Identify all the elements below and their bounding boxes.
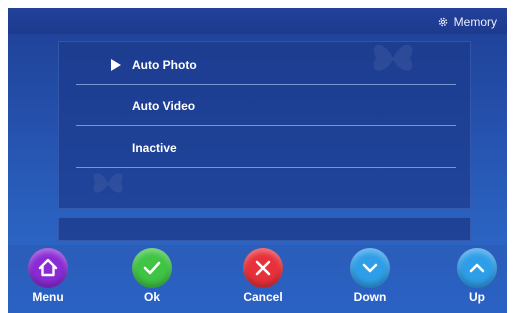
menu-button-circle bbox=[28, 248, 68, 288]
menu-item-auto-photo[interactable]: Auto Photo bbox=[76, 45, 456, 85]
ok-button-circle bbox=[132, 248, 172, 288]
check-icon bbox=[143, 261, 161, 275]
chevron-up-icon bbox=[469, 263, 485, 273]
menu-item-label: Auto Video bbox=[132, 98, 196, 113]
chevron-down-icon bbox=[362, 263, 378, 273]
menu-item-inactive[interactable]: Inactive bbox=[76, 128, 456, 168]
menu-item-label: Inactive bbox=[132, 140, 177, 155]
ok-button-label: Ok bbox=[143, 290, 160, 304]
home-icon bbox=[38, 258, 58, 277]
up-button-circle bbox=[457, 248, 497, 288]
down-button-circle bbox=[350, 248, 390, 288]
ok-button[interactable]: Ok bbox=[122, 248, 182, 313]
menu-item-auto-video[interactable]: Auto Video bbox=[76, 86, 456, 126]
menu-panel: Auto Photo Auto Video Inactive bbox=[58, 41, 471, 209]
cancel-button-circle bbox=[243, 248, 283, 288]
screen-title: Memory bbox=[437, 14, 497, 30]
down-button-label: Down bbox=[353, 290, 387, 304]
title-bar: Memory bbox=[8, 8, 507, 34]
selection-arrow-icon bbox=[111, 58, 121, 71]
menu-item-label: Auto Photo bbox=[132, 57, 197, 72]
menu-button-label: Menu bbox=[32, 290, 64, 304]
close-icon bbox=[255, 260, 271, 276]
menu-button[interactable]: Menu bbox=[18, 248, 78, 313]
up-button[interactable]: Up bbox=[447, 248, 507, 313]
info-bar bbox=[58, 217, 471, 241]
cancel-button-label: Cancel bbox=[243, 290, 283, 304]
gear-icon bbox=[438, 17, 447, 27]
down-button[interactable]: Down bbox=[340, 248, 400, 313]
up-button-label: Up bbox=[469, 290, 485, 304]
screen-title-text: Memory bbox=[453, 15, 497, 29]
cancel-button[interactable]: Cancel bbox=[233, 248, 293, 313]
